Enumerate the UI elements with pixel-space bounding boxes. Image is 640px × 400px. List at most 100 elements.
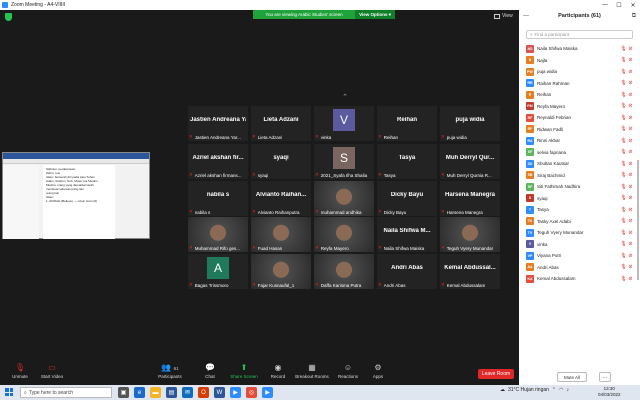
muted-mic-icon: 🎙 [620,218,627,225]
taskbar-search-input[interactable]: ⌕ Type here to search [20,387,112,398]
participant-avatar: RR [526,79,534,88]
participant-row[interactable]: TV Teguh Vyery Munandar 🎙 ⊘ [519,227,640,239]
weather-text[interactable]: 31°C Hujan ringan [508,387,549,393]
participant-row[interactable]: SF Siti Fathimah Nadhira 🎙 ⊘ [519,181,640,193]
more-options-button[interactable]: ... [599,372,611,382]
view-button[interactable]: View [494,13,513,19]
participant-row[interactable]: SK Shultan Kautsar 🎙 ⊘ [519,158,640,170]
minimize-button[interactable]: — [598,0,612,10]
participant-tile[interactable]: ✕ Muhammad Rifo ges... [188,217,248,252]
participant-tile[interactable]: nabila s ✕ nabila s [188,181,248,216]
view-options-button[interactable]: View Options ▾ [355,10,395,19]
participant-tile[interactable]: Reihan ✕ Reihan [377,106,437,141]
shared-screen[interactable]: Sallmun: perdeamean Salim: rusi Islam: ber… [2,152,150,239]
participant-tile[interactable]: Harsena Manegra ✕ Harsena Manegra [440,181,500,216]
participant-tile[interactable]: Tasya ✕ Tasya [377,144,437,179]
participant-row[interactable]: R Reihan 🎙 ⊘ [519,89,640,101]
participant-row[interactable]: RR Raihan Rahman 🎙 ⊘ [519,78,640,90]
participant-tile[interactable]: Naila Shifwa M... ✕ Naila Shifwa Maiska [377,217,437,252]
participant-tile[interactable]: A ✕ Bagas Trissmoro [188,254,248,289]
participant-tile[interactable]: Muh Derryl Qur... ✕ Muh Derryl Qurnia R... [440,144,500,179]
participant-tile-label: ✕ Teguh Vyery Munandar [441,245,499,251]
participant-tile[interactable]: Jastien Andreana Yar...✕Jastien Andreana… [188,106,248,141]
participant-row[interactable]: N Najla 🎙 ⊘ [519,55,640,67]
participant-tile[interactable]: V ✕ vinka [314,106,374,141]
participant-row[interactable]: Vvinka 🎙 ⊘ [519,239,640,251]
participant-row[interactable]: T Tasya 🎙 ⊘ [519,204,640,216]
participant-row[interactable]: VP Viyana Putri 🎙 ⊘ [519,250,640,262]
tray-chevron-icon[interactable]: ⌃ [552,387,556,393]
participant-tile-label-text: syaqi [257,172,269,178]
participant-tile[interactable]: puja widia ✕ puja widia [440,106,500,141]
video-off-icon: ⊘ [628,241,633,248]
video-off-icon: ⊘ [628,275,633,282]
office-icon[interactable]: O [198,387,209,398]
muted-mic-icon: 🎙 [620,229,627,236]
participant-row[interactable]: TA Tasky Axel Adabi 🎙 ⊘ [519,216,640,228]
close-button[interactable]: ✕ [626,0,640,10]
participant-tile-label-text: nabila s [194,209,211,215]
participants-button[interactable]: 👥 61 Participants [150,363,190,379]
participant-tile[interactable]: syaqi ✕ syaqi [251,144,311,179]
participant-row[interactable]: AA Andri Abas 🎙 ⊘ [519,262,640,274]
participant-tile[interactable]: ✕ Fuad Hasan [251,217,311,252]
participant-tile-name: Harsena Manegra [444,192,496,198]
participant-row[interactable]: RF Reynaldi Febrian 🎙 ⊘ [519,112,640,124]
participant-row[interactable]: RF Ridwan Fadli 🎙 ⊘ [519,124,640,136]
mail-icon[interactable]: ✉ [182,387,193,398]
breakout-rooms-button[interactable]: ▦ Breakout Rooms [292,363,332,379]
popout-panel-icon[interactable]: ⧉ [632,13,636,20]
participant-tile[interactable]: Alvianto Raihan... ✕ Alvianto Raihanputra [251,181,311,216]
participant-avatar: RM [526,102,534,111]
participant-row[interactable]: RM Reyfa Mayero 🎙 ⊘ [519,101,640,113]
network-icon[interactable]: ◠ [559,387,563,393]
participant-tile[interactable]: ✕ muhammad andhika [314,181,374,216]
volume-icon[interactable]: ♪ [567,387,570,393]
file-explorer-icon[interactable]: ▬ [150,387,161,398]
participant-tile-label: ✕ Harsena Manegra [441,209,499,215]
participant-row[interactable]: NS Naila Shifwa Maiska 🎙 ⊘ [519,43,640,55]
muted-mic-icon: ✕ [441,282,445,287]
participant-tile[interactable]: ✕ Daffa Karisma Putra [314,254,374,289]
zoom-taskbar-icon[interactable]: ▶ [230,387,241,398]
taskbar-clock[interactable]: 13:30 04/03/2022 [598,386,621,398]
video-off-icon: ⊘ [628,91,633,98]
participant-row[interactable]: Ssyaqi 🎙 ⊘ [519,193,640,205]
participant-list-scrollbar[interactable] [637,160,639,280]
participant-row[interactable]: KA Kemal Abdussalam 🎙 ⊘ [519,273,640,285]
participant-tile[interactable]: S ✕ 2021_Syafa Ilha Shalia [314,144,374,179]
edge-icon[interactable]: e [134,387,145,398]
participant-row[interactable]: SB Siraj Bachmid 🎙 ⊘ [519,170,640,182]
participant-name: selvia fapriana [537,149,567,155]
word-icon[interactable]: W [214,387,225,398]
participant-tile-label-text: Daffa Karisma Putra [320,282,362,288]
participant-tile[interactable]: Azriel akshan fir... ✕ Azriel akshan firma… [188,144,248,179]
video-off-icon: ⊘ [628,45,633,52]
participant-row[interactable]: SF selvia fapriana 🎙 ⊘ [519,147,640,159]
muted-mic-icon: ✕ [189,209,193,214]
mute-all-button[interactable]: Mute All [557,372,587,382]
participant-tile[interactable]: Dicky Bayu ✕ Dicky Bayu [377,181,437,216]
maximize-button[interactable]: ☐ [612,0,626,10]
windows-start-icon[interactable] [5,388,13,396]
participant-row[interactable]: PW puja widia 🎙 ⊘ [519,66,640,78]
apps-button[interactable]: ⚙ Apps [358,363,398,379]
meeting-toolbar: 🎙 Unmute ▭ Start Video 👥 61 Participants… [0,360,519,385]
security-shield-icon[interactable] [5,13,12,21]
start-video-button[interactable]: ▭ Start Video [32,363,72,379]
zoom-meeting-taskbar-icon[interactable]: ▶ [262,387,273,398]
muted-mic-icon: ✕ [378,172,382,177]
task-view-icon[interactable]: ▣ [118,387,129,398]
participant-tile[interactable]: ✕ Fajar Kusnaufal_1 [251,254,311,289]
chrome-icon[interactable]: ◎ [246,387,257,398]
participant-tile[interactable]: Kemal Abdussal... ✕ Kemal Abdussalam [440,254,500,289]
gallery-page-up-icon[interactable]: ⌃ [339,93,351,101]
participant-row[interactable]: RA Rinni Akbar 🎙 ⊘ [519,135,640,147]
participant-search-input[interactable]: ⌕ Find a participant [526,30,633,39]
leave-room-button[interactable]: Leave Room [478,369,514,379]
participant-tile[interactable]: Lieta Adzani ✕ Lieta Adzani [251,106,311,141]
participant-tile[interactable]: Andri Abas ✕ Andri Abas [377,254,437,289]
participant-tile[interactable]: ✕ Teguh Vyery Munandar [440,217,500,252]
store-icon[interactable]: ▤ [166,387,177,398]
participant-tile[interactable]: ✕ Reyfa Mayero [314,217,374,252]
